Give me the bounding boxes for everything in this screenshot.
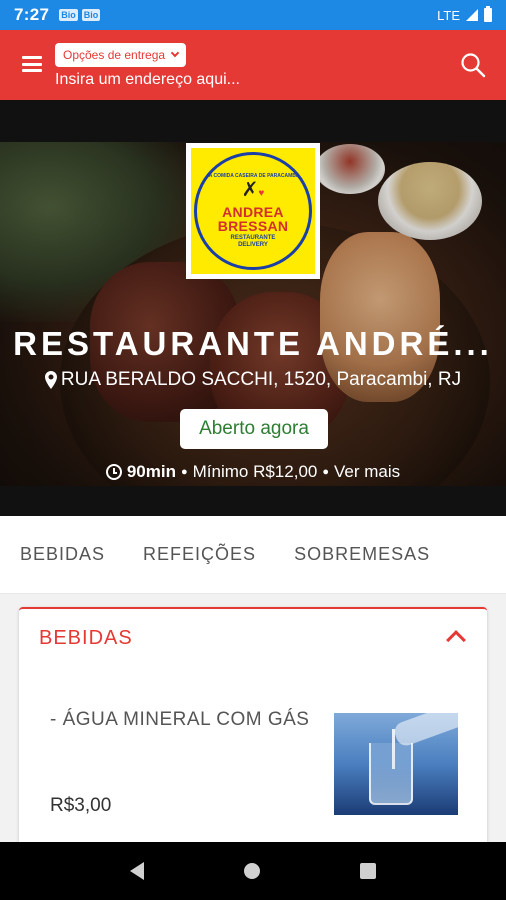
restaurant-address: RUA BERALDO SACCHI, 1520, Paracambi, RJ <box>0 369 506 391</box>
notification-icon: Bio <box>59 9 78 21</box>
status-time: 7:27 <box>14 5 50 24</box>
network-label: LTE <box>437 7 460 23</box>
battery-icon <box>484 6 492 22</box>
logo-sub-line1: RESTAURANTE <box>230 235 276 241</box>
logo-name-line1: ANDREA <box>222 204 284 220</box>
menu-section-card: BEBIDAS - ÁGUA MINERAL COM GÁS R$3,00 <box>19 607 487 847</box>
open-status-badge: Aberto agora <box>180 409 328 449</box>
hero-bottom-band <box>0 486 506 516</box>
notification-icons: Bio Bio <box>59 9 101 21</box>
product-image[interactable] <box>334 713 458 815</box>
app-header: Opções de entrega Insira um endereço aqu… <box>0 30 506 100</box>
status-right: LTE <box>437 6 492 23</box>
tab-sobremesas[interactable]: SOBREMESAS <box>294 544 430 565</box>
restaurant-logo: A COMIDA CASEIRA DE PARACAMBI ✗♥ ANDREA … <box>186 143 320 279</box>
separator-dot: ● <box>180 466 188 478</box>
status-bar: 7:27 Bio Bio LTE <box>0 0 506 30</box>
search-icon[interactable] <box>460 52 486 78</box>
logo-sub-line2: DELIVERY <box>238 242 268 248</box>
recents-icon[interactable] <box>360 863 376 879</box>
section-title[interactable]: BEBIDAS <box>39 627 133 650</box>
tab-bebidas[interactable]: BEBIDAS <box>20 544 105 565</box>
separator-dot: ● <box>322 466 330 478</box>
hero-top-band <box>0 100 506 142</box>
notification-icon: Bio <box>81 9 101 21</box>
logo-name-line2: BRESSAN <box>217 218 289 234</box>
home-icon[interactable] <box>244 863 260 879</box>
back-icon[interactable] <box>130 862 144 880</box>
address-input[interactable]: Insira um endereço aqui... <box>55 71 240 89</box>
minimum-order: Mínimo R$12,00 <box>192 462 318 481</box>
system-nav-bar <box>0 842 506 900</box>
glass-decoration <box>369 743 413 805</box>
category-tabs: BEBIDAS REFEIÇÕES SOBREMESAS <box>0 516 506 594</box>
restaurant-info-row: 90min ● Mínimo R$12,00 ● Ver mais <box>0 462 506 482</box>
restaurant-name: RESTAURANTE ANDRÉ... <box>13 325 493 362</box>
utensils-icon: ✗♥ <box>241 179 265 201</box>
address-text: RUA BERALDO SACCHI, 1520, Paracambi, RJ <box>60 369 462 390</box>
product-price: R$3,00 <box>50 795 112 816</box>
signal-icon <box>466 9 478 21</box>
delivery-options-label: Opções de entrega <box>63 48 166 62</box>
delivery-options-button[interactable]: Opções de entrega <box>55 43 187 67</box>
product-name[interactable]: - ÁGUA MINERAL COM GÁS <box>50 709 309 731</box>
clock-icon <box>105 464 122 480</box>
menu-icon[interactable] <box>22 56 42 72</box>
tab-refeicoes[interactable]: REFEIÇÕES <box>143 544 256 565</box>
chevron-up-icon[interactable] <box>446 630 466 650</box>
delivery-time: 90min <box>126 462 176 481</box>
see-more-link[interactable]: Ver mais <box>334 462 400 482</box>
chevron-down-icon <box>170 48 180 58</box>
location-pin-icon <box>44 371 57 389</box>
